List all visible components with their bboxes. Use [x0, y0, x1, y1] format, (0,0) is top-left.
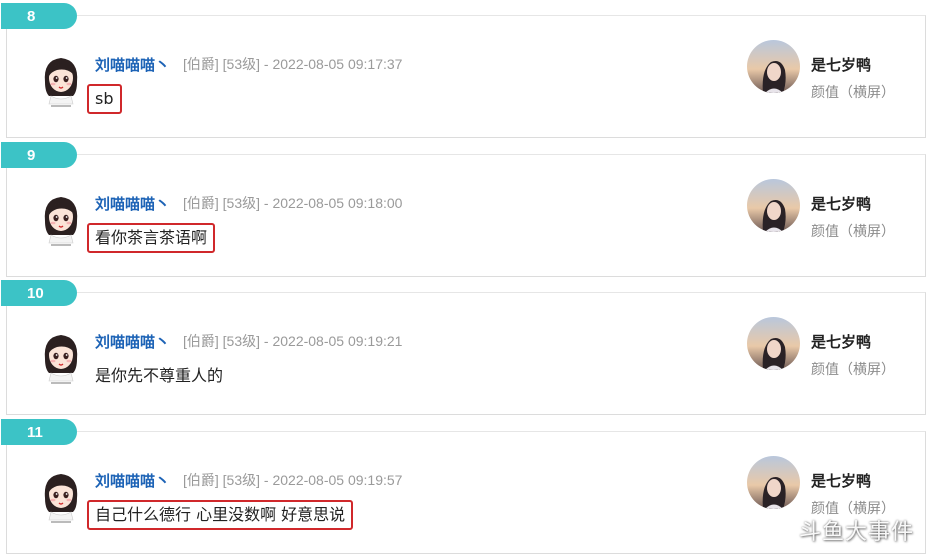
- comment-message: 是你先不尊重人的: [95, 366, 224, 385]
- streamer-photo-avatar-icon[interactable]: [747, 317, 800, 370]
- host-name[interactable]: 是七岁鸭: [811, 331, 871, 352]
- cartoon-girl-avatar-icon[interactable]: [39, 52, 83, 108]
- host-name[interactable]: 是七岁鸭: [811, 470, 871, 491]
- username[interactable]: 刘喵喵喵丶: [95, 470, 170, 491]
- cartoon-girl-avatar-icon[interactable]: [39, 191, 83, 247]
- comment-index-badge: 9: [1, 142, 77, 168]
- comment-message: sb: [87, 84, 122, 114]
- host-name[interactable]: 是七岁鸭: [811, 193, 871, 214]
- host-name[interactable]: 是七岁鸭: [811, 54, 871, 75]
- comment-message: 自己什么德行 心里没数啊 好意思说: [87, 500, 354, 530]
- watermark: 斗鱼大事件: [798, 520, 914, 545]
- comment-card: 10 刘喵喵喵丶 [伯爵] [53级] - 2022-08-05 09:19:2…: [1, 280, 926, 415]
- host-category: 颜值（横屏）: [811, 362, 895, 378]
- comment-meta: [伯爵] [53级] - 2022-08-05 09:19:21: [183, 333, 403, 349]
- comment-index-badge: 10: [1, 280, 77, 306]
- comment-meta: [伯爵] [53级] - 2022-08-05 09:17:37: [183, 56, 403, 72]
- username[interactable]: 刘喵喵喵丶: [95, 193, 170, 214]
- comment-meta: [伯爵] [53级] - 2022-08-05 09:19:57: [183, 472, 403, 488]
- comment-meta: [伯爵] [53级] - 2022-08-05 09:18:00: [183, 195, 403, 211]
- host-category: 颜值（横屏）: [811, 224, 895, 240]
- comment-index-badge: 8: [1, 3, 77, 29]
- comment-message: 看你茶言茶语啊: [87, 223, 216, 253]
- comment-card: 9 刘喵喵喵丶 [伯爵] [53级] - 2022-08-05 09:18:00…: [1, 142, 926, 277]
- cartoon-girl-avatar-icon[interactable]: [39, 468, 83, 524]
- cartoon-girl-avatar-icon[interactable]: [39, 329, 83, 385]
- streamer-photo-avatar-icon[interactable]: [747, 40, 800, 93]
- comment-card: 8 刘喵喵喵丶 [伯爵] [53级] - 2022-08-05 09:17:37…: [1, 3, 926, 138]
- streamer-photo-avatar-icon[interactable]: [747, 179, 800, 232]
- username[interactable]: 刘喵喵喵丶: [95, 54, 170, 75]
- comment-card: 11 刘喵喵喵丶 [伯爵] [53级] - 2022-08-05 09:19:5…: [1, 419, 926, 554]
- username[interactable]: 刘喵喵喵丶: [95, 331, 170, 352]
- streamer-photo-avatar-icon[interactable]: [747, 456, 800, 509]
- host-category: 颜值（横屏）: [811, 85, 895, 101]
- comment-index-badge: 11: [1, 419, 77, 445]
